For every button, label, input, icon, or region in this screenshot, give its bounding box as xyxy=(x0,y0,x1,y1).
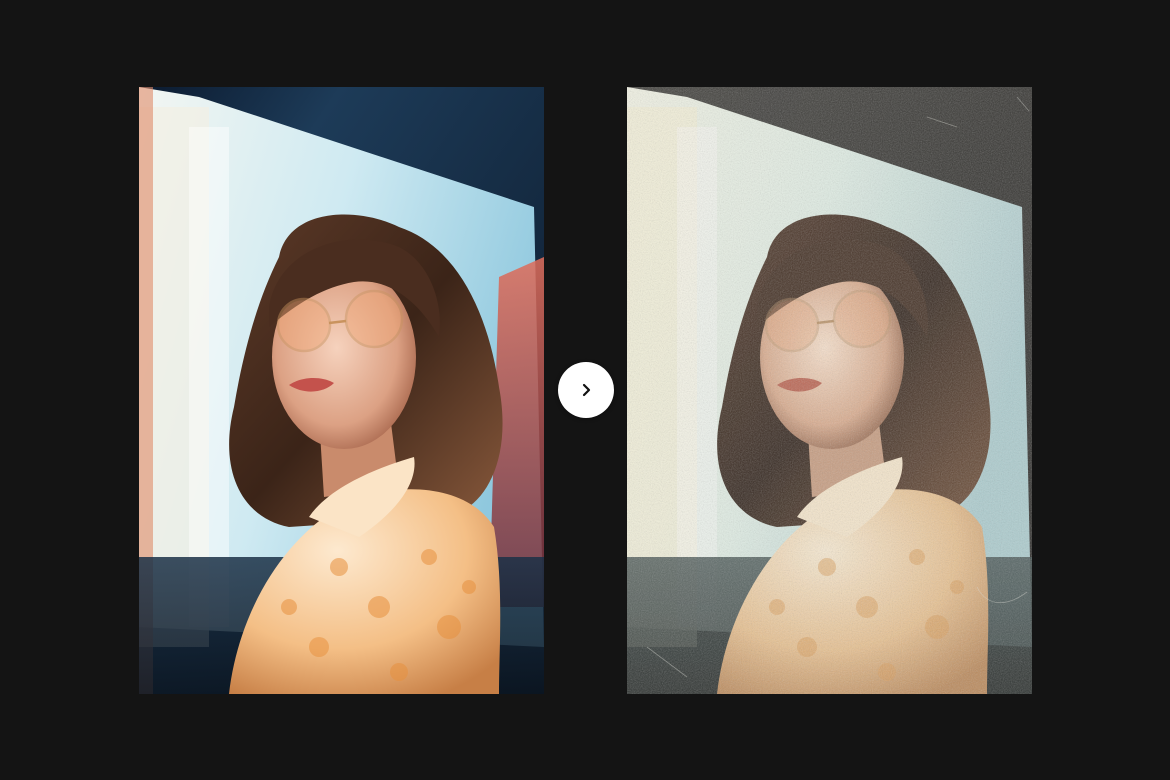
after-photo xyxy=(627,87,1032,694)
next-button[interactable] xyxy=(558,362,614,418)
after-portrait-image xyxy=(627,87,1032,694)
before-photo xyxy=(139,87,544,694)
comparison-stage xyxy=(0,0,1170,780)
before-portrait-image xyxy=(139,87,544,694)
chevron-right-icon xyxy=(582,383,591,397)
